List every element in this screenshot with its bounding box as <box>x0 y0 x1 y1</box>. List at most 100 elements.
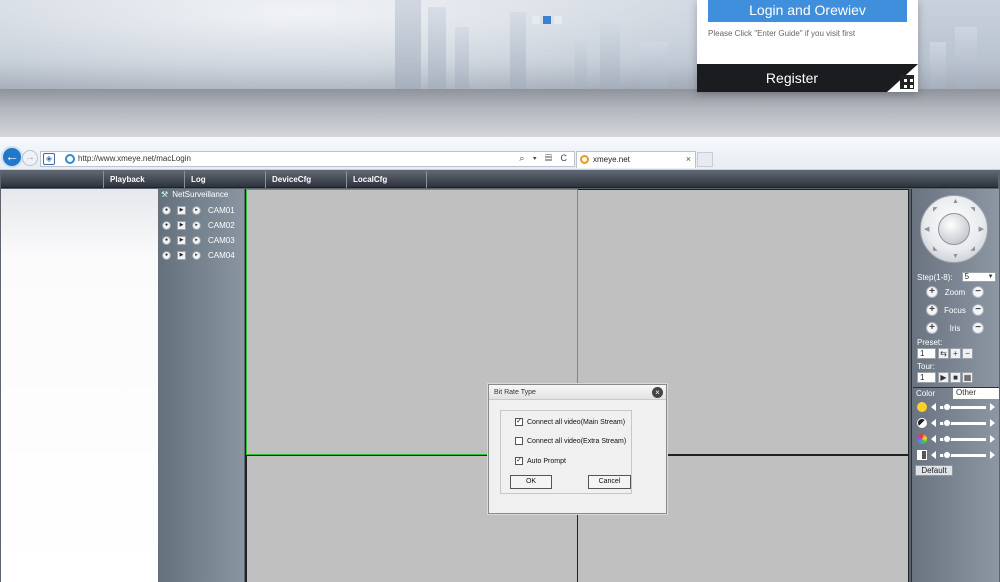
right-arrow-icon[interactable]: ▶ <box>979 225 984 233</box>
iris-close-button[interactable]: − <box>972 322 984 334</box>
play-icon[interactable]: ▶ <box>177 251 186 260</box>
default-button[interactable]: Default <box>915 465 953 476</box>
cancel-button[interactable]: Cancel <box>588 475 631 489</box>
zoom-row: + Zoom − <box>926 286 984 298</box>
zoom-out-button[interactable]: − <box>972 286 984 298</box>
down-left-arrow-icon[interactable]: ◣ <box>933 245 938 252</box>
up-right-arrow-icon[interactable]: ◥ <box>970 206 975 213</box>
tour-grid-icon[interactable]: ▦ <box>962 372 973 383</box>
tab-color[interactable]: Color <box>916 389 935 398</box>
record-icon[interactable]: ● <box>162 236 171 245</box>
camera-label[interactable]: CAM04 <box>208 251 235 260</box>
option-auto-prompt[interactable]: ✓ Auto Prompt <box>515 457 566 465</box>
forward-arrow-icon[interactable]: → <box>22 150 38 166</box>
address-bar[interactable]: ◈ http://www.xmeye.net/macLogin ⌕ ▾ ▤ C <box>40 151 575 167</box>
step-value: 5 <box>964 272 970 281</box>
device-root[interactable]: ⚒ NetSurveillance <box>161 190 228 199</box>
stream-icon[interactable]: ▸ <box>192 251 201 260</box>
decrease-arrow-icon[interactable] <box>931 451 936 459</box>
camera-row[interactable]: ● ▶ ▸ CAM03 <box>162 235 235 246</box>
hue-slider[interactable] <box>931 451 995 460</box>
step-select[interactable]: 5 ▼ <box>961 272 996 282</box>
record-icon[interactable]: ● <box>162 221 171 230</box>
preset-add-icon[interactable]: + <box>950 348 961 359</box>
slider-knob[interactable] <box>943 451 952 459</box>
decrease-arrow-icon[interactable] <box>931 419 936 427</box>
back-arrow-icon[interactable]: ← <box>1 146 23 168</box>
hero-banner: Login and Orewiev Please Click "Enter Gu… <box>0 0 1000 137</box>
slider-knob[interactable] <box>943 435 952 443</box>
option-main-stream[interactable]: ✓ Connect all video(Main Stream) <box>515 418 625 426</box>
shield-icon[interactable]: ◈ <box>43 153 55 165</box>
up-left-arrow-icon[interactable]: ◤ <box>933 206 938 213</box>
stream-icon[interactable]: ▸ <box>192 221 201 230</box>
login-button[interactable]: Login and Orewiev <box>708 0 907 22</box>
zoom-in-button[interactable]: + <box>926 286 938 298</box>
focus-in-button[interactable]: + <box>926 304 938 316</box>
step-label: Step(1-8): <box>917 272 953 282</box>
increase-arrow-icon[interactable] <box>990 403 995 411</box>
focus-out-button[interactable]: − <box>972 304 984 316</box>
carousel-dot[interactable] <box>532 16 540 24</box>
register-button[interactable]: Register <box>697 64 887 92</box>
down-arrow-icon[interactable]: ▼ <box>952 253 959 260</box>
close-tab-icon[interactable]: × <box>686 154 691 164</box>
up-arrow-icon[interactable]: ▲ <box>952 198 959 205</box>
down-right-arrow-icon[interactable]: ◢ <box>970 245 975 252</box>
preset-remove-icon[interactable]: − <box>962 348 973 359</box>
step-row: Step(1-8): 5 ▼ <box>917 272 996 282</box>
preset-goto-icon[interactable]: ⇆ <box>938 348 949 359</box>
menu-devicecfg[interactable]: DeviceCfg <box>265 171 346 188</box>
left-arrow-icon[interactable]: ◀ <box>924 225 929 233</box>
increase-arrow-icon[interactable] <box>990 419 995 427</box>
brightness-slider[interactable] <box>931 403 995 412</box>
camera-label[interactable]: CAM01 <box>208 206 235 215</box>
new-tab-button[interactable] <box>697 152 713 167</box>
iris-open-button[interactable]: + <box>926 322 938 334</box>
stream-icon[interactable]: ▸ <box>192 236 201 245</box>
contrast-slider[interactable] <box>931 419 995 428</box>
play-icon[interactable]: ▶ <box>177 206 186 215</box>
menu-localcfg[interactable]: LocalCfg <box>346 171 427 188</box>
joystick-center[interactable] <box>938 213 970 245</box>
qr-code-corner[interactable] <box>887 64 918 92</box>
tab-other[interactable]: Other <box>953 388 999 399</box>
left-panel <box>1 189 158 582</box>
record-icon[interactable]: ● <box>162 251 171 260</box>
address-tools[interactable]: ⌕ ▾ ▤ C <box>519 153 570 164</box>
camera-row[interactable]: ● ▶ ▸ CAM02 <box>162 220 235 231</box>
address-url[interactable]: http://www.xmeye.net/macLogin <box>78 154 191 163</box>
main-stream-checkbox[interactable]: ✓ <box>515 418 523 426</box>
slider-knob[interactable] <box>943 419 952 427</box>
browser-tab[interactable]: xmeye.net × <box>576 151 696 168</box>
extra-stream-checkbox[interactable] <box>515 437 523 445</box>
play-icon[interactable]: ▶ <box>177 236 186 245</box>
record-icon[interactable]: ● <box>162 206 171 215</box>
tour-stop-icon[interactable]: ■ <box>950 372 961 383</box>
increase-arrow-icon[interactable] <box>990 451 995 459</box>
login-card: Login and Orewiev Please Click "Enter Gu… <box>697 0 918 92</box>
ptz-joystick[interactable]: ▲ ▼ ◀ ▶ ◤ ◥ ◣ ◢ <box>920 195 988 263</box>
ok-button[interactable]: OK <box>510 475 552 489</box>
decrease-arrow-icon[interactable] <box>931 403 936 411</box>
camera-row[interactable]: ● ▶ ▸ CAM04 <box>162 250 235 261</box>
carousel-dot[interactable] <box>554 16 562 24</box>
camera-row[interactable]: ● ▶ ▸ CAM01 <box>162 205 235 216</box>
decrease-arrow-icon[interactable] <box>931 435 936 443</box>
tour-input[interactable]: 1 <box>917 372 936 383</box>
slider-knob[interactable] <box>943 403 952 411</box>
stream-icon[interactable]: ▸ <box>192 206 201 215</box>
carousel-dot-active[interactable] <box>543 16 551 24</box>
menu-playback[interactable]: Playback <box>103 171 184 188</box>
preset-input[interactable]: 1 <box>917 348 936 359</box>
close-icon[interactable]: × <box>652 387 663 398</box>
camera-label[interactable]: CAM03 <box>208 236 235 245</box>
menu-log[interactable]: Log <box>184 171 265 188</box>
saturation-slider[interactable] <box>931 435 995 444</box>
play-icon[interactable]: ▶ <box>177 221 186 230</box>
camera-label[interactable]: CAM02 <box>208 221 235 230</box>
increase-arrow-icon[interactable] <box>990 435 995 443</box>
option-extra-stream[interactable]: Connect all video(Extra Stream) <box>515 437 626 445</box>
tour-play-icon[interactable]: ▶ <box>938 372 949 383</box>
auto-prompt-checkbox[interactable]: ✓ <box>515 457 523 465</box>
